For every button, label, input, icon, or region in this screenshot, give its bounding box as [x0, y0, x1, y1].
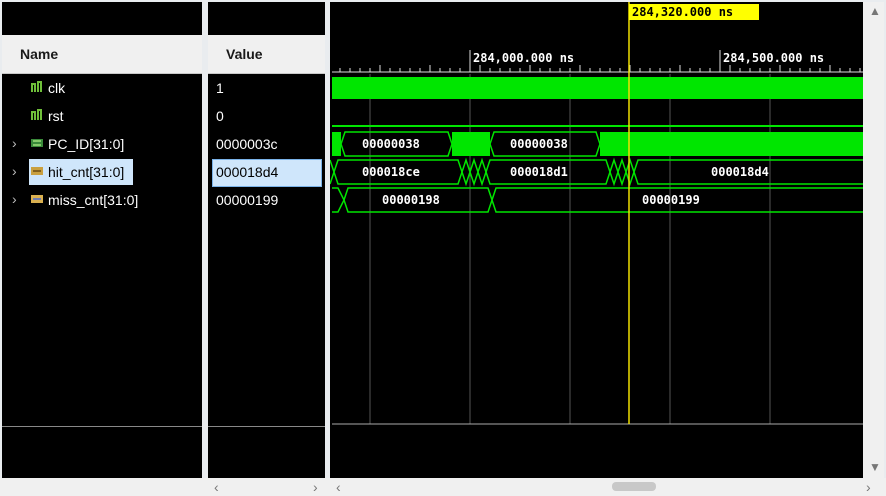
- signal-value: 000018d4: [216, 164, 279, 180]
- bus-value-label: 00000198: [382, 193, 440, 207]
- cursor-time-label: 284,320.000 ns: [632, 5, 733, 19]
- bit-signal-icon: [31, 109, 42, 120]
- chevron-right-icon[interactable]: ›: [12, 163, 17, 179]
- value-column-header[interactable]: Value: [208, 35, 325, 74]
- time-label: 284,500.000 ns: [723, 51, 824, 65]
- value-row-pc-id: 0000003c: [208, 130, 325, 158]
- hit-cnt-waveform: 000018ce 000018d1 000018d4: [330, 157, 863, 187]
- time-ruler: 284,000.000 ns 284,500.000 ns: [332, 50, 863, 73]
- bit-signal-icon: [31, 81, 42, 92]
- signal-value: 0000003c: [216, 136, 278, 152]
- bus-value-label: 000018d1: [510, 165, 568, 179]
- value-pane: Value 1 0 0000003c 000018d4 00000199: [208, 2, 325, 478]
- counter-signal-icon: [31, 195, 43, 203]
- name-pane: Name clk rst › PC_ID[31:0] › hit_cnt[31:…: [2, 2, 202, 478]
- value-header-label: Value: [226, 46, 263, 62]
- scroll-left-icon[interactable]: ‹: [336, 479, 341, 495]
- scroll-right-icon[interactable]: ›: [866, 479, 871, 495]
- name-header-label: Name: [20, 46, 59, 62]
- pc-id-waveform: 00000038 00000038: [332, 131, 863, 157]
- value-row-rst: 0: [208, 102, 325, 130]
- value-row-miss-cnt: 00000199: [208, 186, 325, 214]
- signal-name: hit_cnt[31:0]: [48, 164, 125, 180]
- waveform-pane[interactable]: 284,000.000 ns 284,500.000 ns 00000038 0…: [330, 2, 863, 478]
- value-row-hit-cnt: 000018d4: [208, 158, 325, 187]
- signal-row-clk[interactable]: clk: [2, 74, 202, 102]
- scrollbar-thumb[interactable]: [612, 482, 656, 491]
- scroll-up-icon[interactable]: ▲: [869, 4, 881, 18]
- signal-name: PC_ID[31:0]: [48, 136, 125, 152]
- horizontal-scrollbar[interactable]: ‹ › ‹ ›: [0, 478, 886, 496]
- signal-value: 1: [216, 80, 224, 96]
- bus-value-label: 000018d4: [711, 165, 769, 179]
- signal-value: 0: [216, 108, 224, 124]
- signal-name: rst: [48, 108, 64, 124]
- bus-value-label: 00000038: [362, 137, 420, 151]
- value-pane-top: [208, 2, 325, 35]
- signal-row-hit-cnt[interactable]: › hit_cnt[31:0]: [2, 158, 202, 186]
- name-column-header[interactable]: Name: [2, 35, 202, 74]
- chevron-right-icon[interactable]: ›: [12, 135, 17, 151]
- time-label: 284,000.000 ns: [473, 51, 574, 65]
- scroll-right-icon[interactable]: ›: [313, 479, 318, 495]
- clk-waveform: [332, 77, 863, 99]
- chevron-right-icon[interactable]: ›: [12, 191, 17, 207]
- bus-value-label: 00000199: [642, 193, 700, 207]
- signal-row-pc-id[interactable]: › PC_ID[31:0]: [2, 130, 202, 158]
- signal-row-rst[interactable]: rst: [2, 102, 202, 130]
- bus-value-label: 000018ce: [362, 165, 420, 179]
- signal-value: 00000199: [216, 192, 279, 208]
- counter-signal-icon: [31, 167, 43, 175]
- miss-cnt-waveform: 00000198 00000199: [332, 187, 863, 213]
- bus-value-label: 00000038: [510, 137, 568, 151]
- bus-signal-icon: [31, 139, 43, 147]
- scroll-down-icon[interactable]: ▼: [869, 460, 881, 474]
- vertical-scrollbar[interactable]: ▲ ▼: [863, 2, 884, 478]
- scroll-left-icon[interactable]: ‹: [214, 479, 219, 495]
- waveform-canvas[interactable]: 284,000.000 ns 284,500.000 ns 00000038 0…: [330, 2, 863, 478]
- value-row-clk: 1: [208, 74, 325, 102]
- signal-row-miss-cnt[interactable]: › miss_cnt[31:0]: [2, 186, 202, 214]
- pane-divider: [2, 426, 202, 427]
- name-pane-top: [2, 2, 202, 35]
- signal-name: miss_cnt[31:0]: [48, 192, 139, 208]
- pane-divider: [208, 426, 325, 427]
- signal-name: clk: [48, 80, 66, 96]
